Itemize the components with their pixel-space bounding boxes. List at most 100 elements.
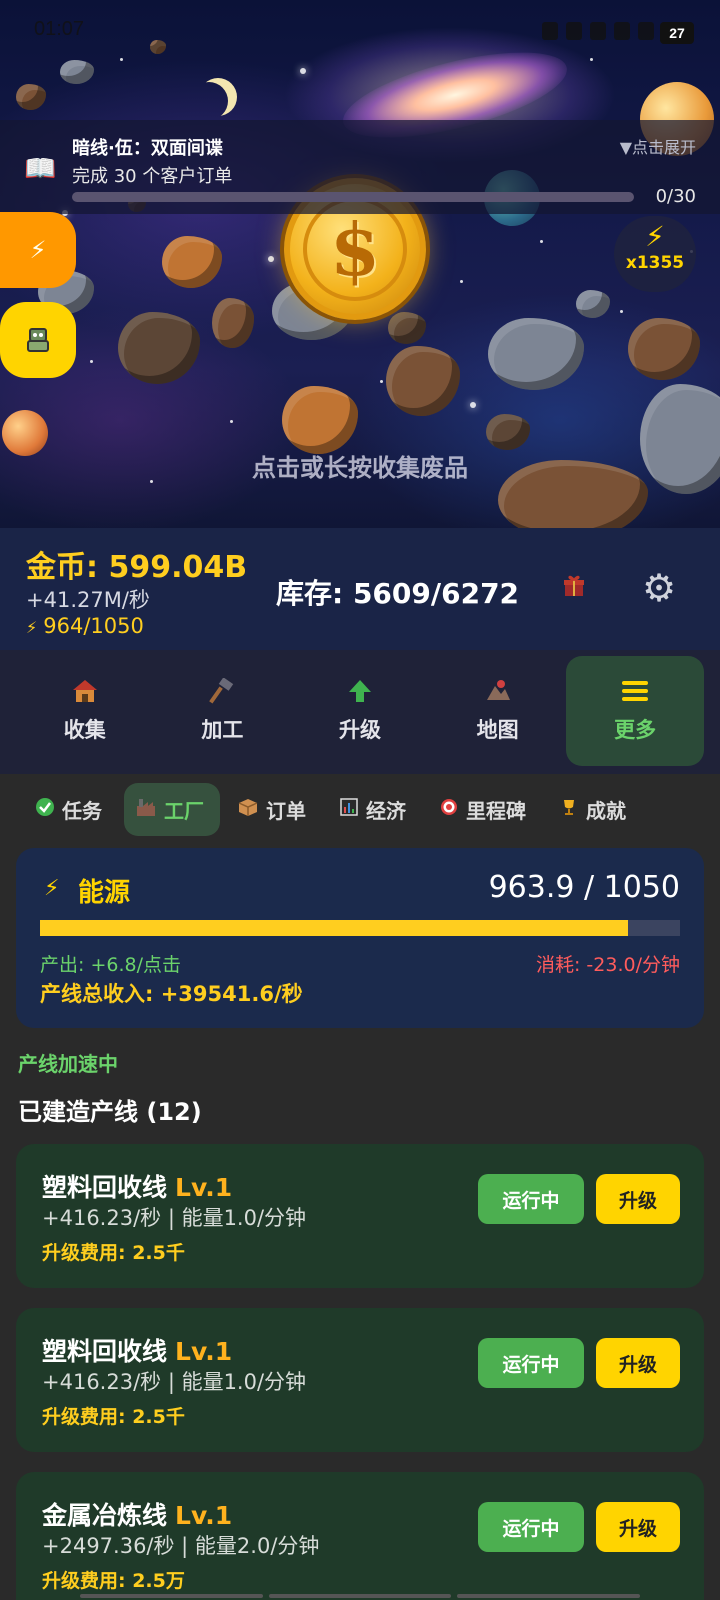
wifi-icon (638, 22, 654, 40)
quest-expand-button[interactable]: ▼点击展开 (620, 134, 696, 158)
energy-output: 产出: +6.8/点击 (40, 954, 181, 976)
nav-label: 收集 (63, 718, 106, 742)
robot-helper-button[interactable] (0, 302, 76, 378)
battery-icon: 27 (660, 22, 694, 44)
star (90, 360, 93, 363)
star (620, 310, 623, 313)
robot-icon (27, 328, 49, 352)
quest-title: 暗线·伍：双面间谍 (72, 138, 223, 159)
line-upgrade-cost: 升级费用: 2.5万 (42, 1570, 185, 1592)
upgrade-button[interactable]: 升级 (596, 1174, 680, 1224)
asteroid (576, 290, 610, 318)
nav-more[interactable]: 更多 (566, 656, 704, 766)
energy-card: ⚡ 能源 963.9 / 1050 产出: +6.8/点击 消耗: -23.0/… (16, 848, 704, 1028)
running-button[interactable]: 运行中 (478, 1174, 584, 1224)
nav-process[interactable]: 加工 (154, 656, 292, 766)
quest-banner[interactable]: 📖 暗线·伍：双面间谍 完成 30 个客户订单 ▼点击展开 0/30 (0, 120, 720, 214)
asteroid (488, 318, 584, 390)
gift-icon[interactable] (562, 574, 586, 604)
asteroid (212, 298, 254, 348)
production-line-card: 塑料回收线 Lv.1 +416.23/秒 | 能量1.0/分钟 升级费用: 2.5… (16, 1144, 704, 1288)
star (230, 420, 233, 423)
asteroid (282, 386, 358, 454)
factory-icon (136, 798, 156, 821)
star (590, 58, 593, 61)
tab-label: 任务 (62, 798, 102, 823)
house-icon (16, 678, 154, 714)
accelerating-label: 产线加速中 (18, 1052, 118, 1076)
notification-icon (566, 22, 582, 40)
asteroid (388, 312, 426, 344)
chart-icon (340, 797, 358, 821)
star (268, 256, 274, 262)
star (460, 280, 463, 283)
asteroid (118, 312, 200, 384)
star (120, 58, 123, 61)
line-name-text: 塑料回收线 (42, 1173, 168, 1202)
target-icon (440, 798, 458, 821)
star (470, 402, 476, 408)
trophy-icon (560, 798, 578, 821)
line-total-income: 产线总收入: +39541.6/秒 (40, 982, 303, 1006)
boost-multiplier[interactable]: ⚡ x1355 (614, 216, 696, 292)
status-time: 01:07 (34, 18, 85, 40)
energy-amount: ⚡ 964/1050 (26, 614, 144, 638)
lightning-icon: ⚡ (645, 220, 665, 253)
scroll-segment (80, 1594, 263, 1598)
nav-map[interactable]: 地图 (429, 656, 567, 766)
line-upgrade-cost: 升级费用: 2.5千 (42, 1406, 185, 1428)
built-lines-title: 已建造产线 (12) (18, 1098, 202, 1126)
map-icon (429, 678, 567, 714)
tab-economy[interactable]: 经济 (328, 783, 422, 836)
energy-title: 能源 (78, 878, 131, 908)
line-name: 金属冶炼线 Lv.1 (42, 1496, 232, 1532)
game-scene[interactable]: $ 点击或长按收集废品 (0, 0, 720, 528)
energy-value: 963.9 / 1050 (488, 870, 680, 905)
tab-label: 里程碑 (466, 798, 526, 823)
moon (190, 82, 228, 120)
tab-label: 经济 (366, 798, 406, 823)
energy-consumption: 消耗: -23.0/分钟 (535, 954, 680, 976)
notification-icon (542, 22, 558, 40)
asteroid (628, 318, 700, 380)
line-level: Lv.1 (175, 1173, 233, 1202)
upgrade-button[interactable]: 升级 (596, 1338, 680, 1388)
lightning-icon: ⚡ (29, 236, 47, 264)
lightning-boost-button[interactable]: ⚡ (0, 212, 76, 288)
status-icons (542, 22, 654, 40)
quest-progress-bar (72, 192, 634, 202)
tap-hint: 点击或长按收集废品 (252, 454, 468, 482)
line-name-text: 塑料回收线 (42, 1337, 168, 1366)
stock-amount: 库存: 5609/6272 (276, 577, 520, 610)
nav-upgrade[interactable]: 升级 (291, 656, 429, 766)
nav-label: 更多 (614, 718, 657, 742)
gold-rate: +41.27M/秒 (26, 588, 150, 612)
nav-label: 地图 (476, 718, 519, 742)
nav-collect[interactable]: 收集 (16, 656, 154, 766)
star (540, 240, 543, 243)
running-button[interactable]: 运行中 (478, 1338, 584, 1388)
tab-orders[interactable]: 订单 (226, 783, 322, 836)
asteroid (486, 414, 530, 450)
tab-milestones[interactable]: 里程碑 (428, 783, 542, 836)
stats-bar: 金币: 599.04B +41.27M/秒 ⚡ 964/1050 库存: 5609… (0, 528, 720, 650)
tab-achievements[interactable]: 成就 (548, 783, 642, 836)
running-button[interactable]: 运行中 (478, 1502, 584, 1552)
main-nav: 收集 加工 升级 地图 更多 (0, 650, 720, 774)
production-line-card: 塑料回收线 Lv.1 +416.23/秒 | 能量1.0/分钟 升级费用: 2.5… (16, 1308, 704, 1452)
notification-icon (614, 22, 630, 40)
line-info: +416.23/秒 | 能量1.0/分钟 (42, 1206, 307, 1230)
nav-label: 升级 (338, 718, 381, 742)
gear-icon[interactable]: ⚙ (642, 566, 676, 610)
energy-progress-fill (40, 920, 628, 936)
tab-factory[interactable]: 工厂 (124, 782, 220, 836)
upgrade-button[interactable]: 升级 (596, 1502, 680, 1552)
energy-amount-value: 964/1050 (43, 614, 144, 638)
scroll-segment (457, 1594, 641, 1598)
lightning-icon: ⚡ (26, 618, 38, 637)
asteroid (386, 346, 460, 416)
scroll-indicator (80, 1594, 641, 1598)
sub-tabs: 任务 工厂 订单 经济 里程碑 成就 (0, 774, 720, 844)
tab-tasks[interactable]: 任务 (24, 783, 118, 836)
quest-progress-text: 0/30 (655, 186, 696, 207)
